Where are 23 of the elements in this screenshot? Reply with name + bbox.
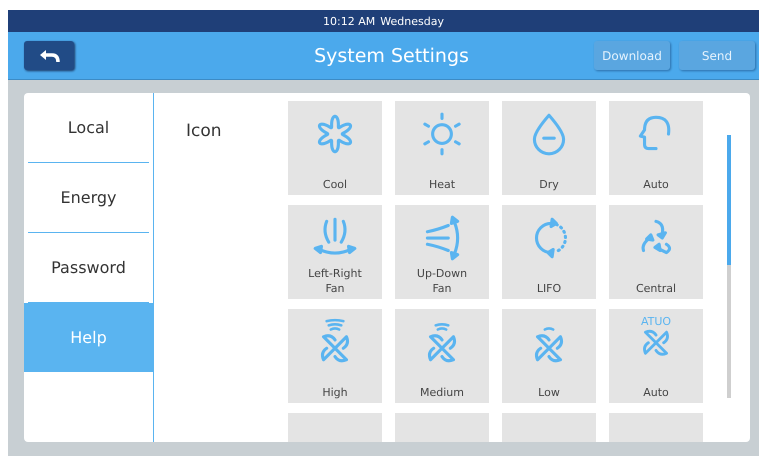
page-title: System Settings [314,44,469,66]
tile-label: Up-Down Fan [416,266,468,296]
back-button[interactable] [24,41,74,70]
tile-label: High [321,385,349,400]
scrollbar[interactable] [727,135,731,398]
sidebar-item[interactable]: Energy [28,163,149,233]
back-arrow-icon [38,48,60,62]
tile-label: Low [537,385,561,400]
tile-label: LIFO [536,281,562,296]
auto-label: ATUO [640,315,672,328]
status-time: 10:12 AM [323,14,376,28]
sidebar-item[interactable]: Local [28,93,149,163]
tile-label: Auto [642,385,670,400]
scrollbar-thumb[interactable] [727,135,731,265]
tile-label: Medium [419,385,465,400]
tile-label: Auto [642,177,670,192]
section-label: Icon [186,121,223,143]
status-day: Wednesday [380,14,444,28]
tile-label: Left-Right Fan [307,266,363,296]
tile-label: Cool [322,177,348,192]
tile-label: Heat [428,177,456,192]
tile-label: Central [634,281,678,296]
tile-label: Dry [538,177,560,192]
